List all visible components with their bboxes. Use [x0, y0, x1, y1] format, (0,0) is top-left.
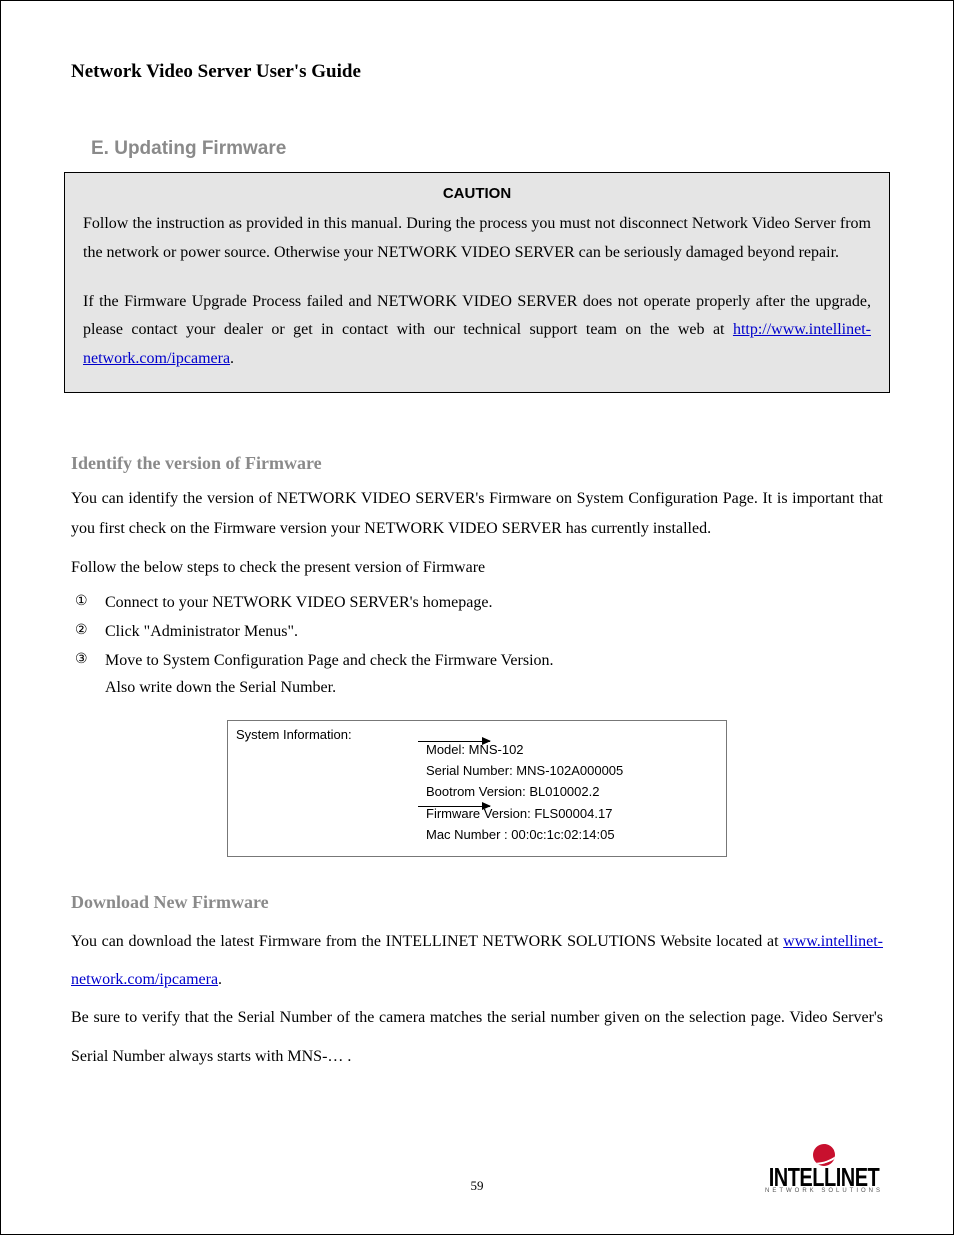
sysinfo-bootrom: Bootrom Version: BL010002.2 — [426, 781, 718, 802]
section-download: Download New Firmware You can download t… — [71, 892, 883, 1077]
identify-lead: Follow the below steps to check the pres… — [71, 553, 883, 583]
caution-title: CAUTION — [83, 185, 871, 202]
section-heading-updating-firmware: E. Updating Firmware — [91, 138, 883, 160]
download-text: You can download the latest Firmware fro… — [71, 933, 783, 950]
step-text: Move to System Configuration Page and ch… — [105, 652, 554, 669]
step-3-extra: Also write down the Serial Number. — [105, 679, 336, 696]
step-text: Connect to your NETWORK VIDEO SERVER's h… — [105, 594, 492, 611]
section-identify: Identify the version of Firmware You can… — [71, 453, 883, 857]
globe-icon — [813, 1144, 835, 1166]
sub-heading-identify: Identify the version of Firmware — [71, 453, 883, 474]
system-info-figure: System Information: Model: MNS-102 Seria… — [227, 720, 727, 857]
system-info-label: System Information: — [236, 727, 352, 742]
system-info-label-col: System Information: — [236, 727, 426, 846]
circled-3-icon: ③ — [75, 647, 88, 671]
download-p1: You can download the latest Firmware fro… — [71, 923, 883, 1000]
caution-box: CAUTION Follow the instruction as provid… — [64, 172, 890, 393]
sysinfo-model: Model: MNS-102 — [426, 739, 718, 760]
arrow-icon — [418, 806, 490, 807]
caution-paragraph-1: Follow the instruction as provided in th… — [83, 210, 871, 268]
steps-list: ① Connect to your NETWORK VIDEO SERVER's… — [71, 589, 883, 702]
download-p2: Be sure to verify that the Serial Number… — [71, 999, 883, 1076]
sysinfo-serial: Serial Number: MNS-102A000005 — [426, 760, 718, 781]
caution-text-end: . — [230, 350, 234, 367]
step-3: ③ Move to System Configuration Page and … — [71, 647, 883, 701]
caution-paragraph-2: If the Firmware Upgrade Process failed a… — [83, 288, 871, 374]
identify-body: You can identify the version of NETWORK … — [71, 484, 883, 543]
download-text-end: . — [218, 971, 222, 988]
sub-heading-download: Download New Firmware — [71, 892, 883, 913]
page: Network Video Server User's Guide E. Upd… — [0, 0, 954, 1235]
sysinfo-mac: Mac Number : 00:0c:1c:02:14:05 — [426, 824, 718, 845]
circled-1-icon: ① — [75, 589, 88, 613]
page-footer: 59 INTELLINET NETWORK SOLUTIONS — [71, 1144, 883, 1194]
document-title: Network Video Server User's Guide — [71, 61, 883, 83]
logo-wordmark: INTELLINET — [765, 1165, 883, 1191]
brand-logo: INTELLINET NETWORK SOLUTIONS — [765, 1144, 883, 1194]
system-info-box: System Information: Model: MNS-102 Seria… — [227, 720, 727, 857]
system-info-values: Model: MNS-102 Serial Number: MNS-102A00… — [426, 727, 718, 846]
circled-2-icon: ② — [75, 618, 88, 642]
step-2: ② Click "Administrator Menus". — [71, 618, 883, 645]
arrow-icon — [418, 741, 490, 742]
step-text: Click "Administrator Menus". — [105, 623, 298, 640]
caution-body: Follow the instruction as provided in th… — [83, 210, 871, 374]
step-1: ① Connect to your NETWORK VIDEO SERVER's… — [71, 589, 883, 616]
page-number: 59 — [471, 1178, 484, 1194]
